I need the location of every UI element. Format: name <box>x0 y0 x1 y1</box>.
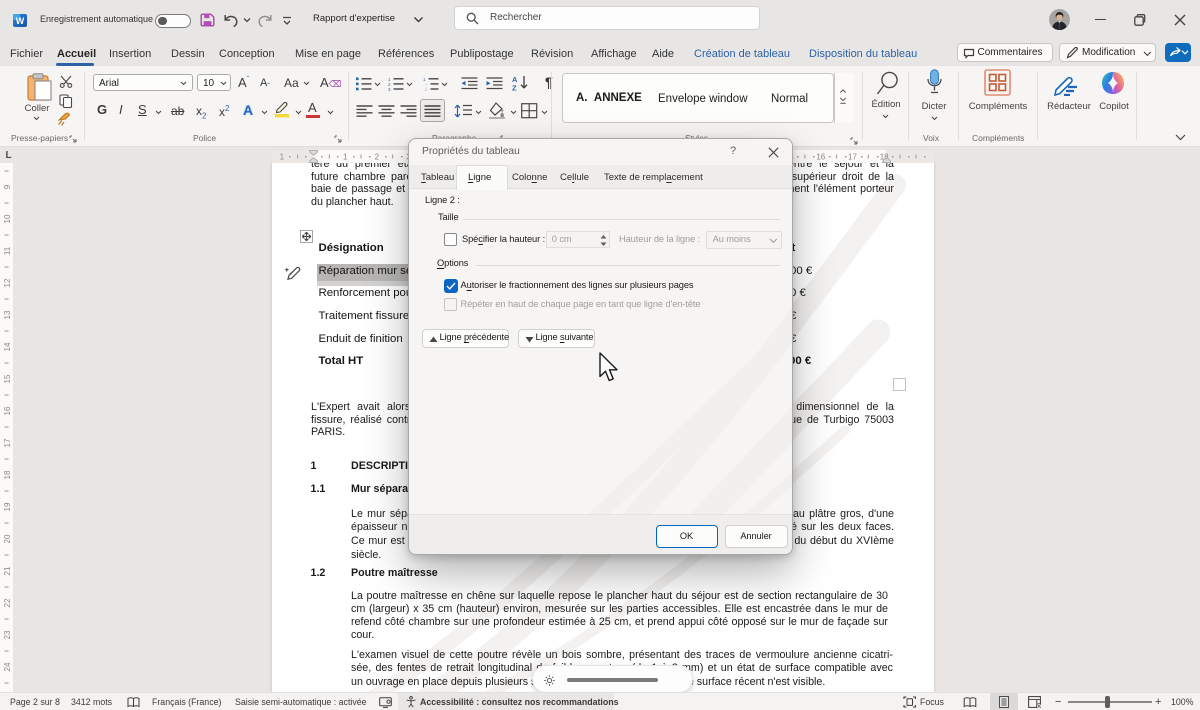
svg-text:16: 16 <box>816 152 825 161</box>
svg-text:23: 23 <box>3 630 12 639</box>
svg-text:1: 1 <box>280 152 285 161</box>
svg-text:2: 2 <box>375 152 380 161</box>
svg-text:12: 12 <box>3 278 12 287</box>
svg-text:10: 10 <box>3 214 12 223</box>
svg-text:20: 20 <box>3 534 12 543</box>
svg-text:11: 11 <box>3 246 12 255</box>
svg-text:24: 24 <box>3 662 12 671</box>
svg-text:i: i <box>426 87 427 91</box>
svg-text:18: 18 <box>3 470 12 479</box>
svg-text:17: 17 <box>848 152 857 161</box>
svg-text:14: 14 <box>3 342 12 351</box>
svg-text:15: 15 <box>3 374 12 383</box>
svg-text:16: 16 <box>3 406 12 415</box>
svg-text:W: W <box>16 16 25 26</box>
svg-text:9: 9 <box>3 184 12 189</box>
svg-text:3: 3 <box>388 87 391 91</box>
svg-text:17: 17 <box>3 438 12 447</box>
svg-text:19: 19 <box>3 502 12 511</box>
svg-text:21: 21 <box>3 566 12 575</box>
svg-text:Z: Z <box>512 84 517 92</box>
svg-text:22: 22 <box>3 598 12 607</box>
svg-text:1: 1 <box>343 152 348 161</box>
svg-text:13: 13 <box>3 310 12 319</box>
